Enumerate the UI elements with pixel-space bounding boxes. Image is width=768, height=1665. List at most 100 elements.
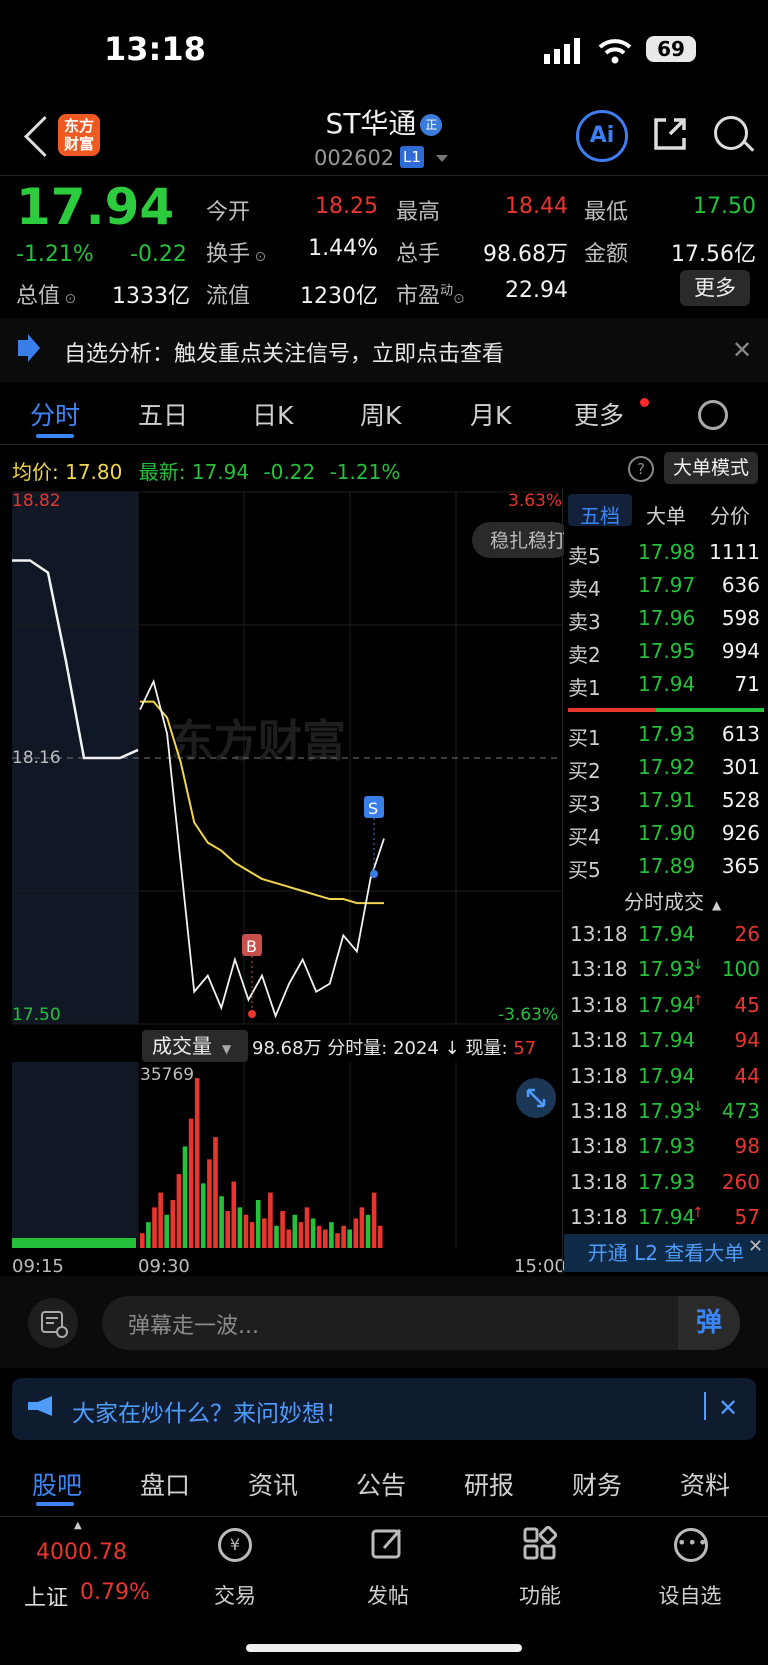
tab-five-day[interactable]: 五日 bbox=[138, 396, 188, 432]
tab-intraday[interactable]: 分时 bbox=[30, 396, 80, 432]
level-badge[interactable]: L1 bbox=[400, 146, 424, 168]
volume-bar bbox=[268, 1192, 273, 1248]
nav-trade[interactable]: 交易 bbox=[185, 1580, 285, 1610]
nav-functions[interactable]: 功能 bbox=[490, 1580, 590, 1610]
volume-bar bbox=[188, 1118, 194, 1248]
chevron-down-icon[interactable] bbox=[436, 155, 448, 162]
ask-price: 17.96 bbox=[638, 606, 696, 630]
tick-price: 17.94 bbox=[638, 1063, 696, 1088]
ask-row[interactable]: 卖4 17.97 636 bbox=[568, 573, 764, 606]
volume-value: 98.68万 bbox=[483, 242, 568, 267]
tick-volume: 473 bbox=[721, 1099, 760, 1123]
tab-profile[interactable]: 资料 bbox=[680, 1466, 730, 1502]
tab-big-orders[interactable]: 大单 bbox=[646, 500, 686, 529]
tick-time: 13:18 bbox=[570, 922, 628, 946]
more-button[interactable]: 更多 bbox=[680, 270, 750, 306]
tab-handicap[interactable]: 盘口 bbox=[140, 1466, 190, 1502]
ask-row[interactable]: 卖2 17.95 994 bbox=[568, 639, 764, 672]
bottom-pct-label: -3.63% bbox=[498, 1005, 558, 1025]
tab-day-k[interactable]: 日K bbox=[252, 396, 293, 432]
l2-banner[interactable]: 开通 L2 查看大单 bbox=[564, 1234, 768, 1272]
divider bbox=[0, 444, 768, 445]
ask-volume: 636 bbox=[721, 573, 760, 597]
danmaku-send-button[interactable]: 弹 bbox=[678, 1296, 740, 1350]
volume-bar bbox=[274, 1225, 279, 1248]
title-badge: 正 bbox=[420, 114, 443, 136]
tick-price: 17.93 bbox=[638, 1169, 696, 1194]
volume-bar bbox=[365, 1214, 371, 1248]
tab-forum[interactable]: 股吧 bbox=[32, 1466, 82, 1502]
apps-icon[interactable] bbox=[522, 1526, 558, 1562]
ask-row[interactable]: 卖1 17.94 71 bbox=[568, 672, 764, 705]
tab-more[interactable]: 更多 bbox=[574, 396, 624, 432]
volume-bar bbox=[329, 1222, 334, 1248]
ai-button[interactable]: Ai bbox=[576, 110, 628, 162]
volume-bar bbox=[243, 1214, 249, 1248]
close-icon[interactable]: ✕ bbox=[732, 336, 752, 364]
index-name[interactable]: 上证 bbox=[24, 1580, 68, 1612]
tick-time: 13:18 bbox=[570, 1028, 628, 1053]
minute-volume-label: 分时量: bbox=[327, 1038, 388, 1059]
bid-row[interactable]: 买1 17.93 613 bbox=[568, 722, 764, 755]
home-indicator[interactable] bbox=[246, 1644, 522, 1652]
amount-value: 17.56亿 bbox=[671, 242, 756, 267]
notice-text[interactable]: 自选分析：触发重点关注信号，立即点击查看 bbox=[64, 336, 504, 368]
turnover-label: 换手 ⊙ bbox=[206, 242, 267, 267]
ask-banner-text[interactable]: 大家在炒什么？来问妙想！ bbox=[72, 1394, 348, 1428]
indicator-label: 成交量 bbox=[152, 1034, 212, 1058]
bid-row[interactable]: 买4 17.90 926 bbox=[568, 821, 764, 854]
battery-indicator: 69 bbox=[646, 36, 696, 62]
tab-month-k[interactable]: 月K bbox=[470, 396, 511, 432]
l2-close-icon[interactable]: ✕ bbox=[748, 1236, 763, 1257]
indicator-dropdown[interactable]: 成交量 ▼ bbox=[142, 1030, 248, 1062]
index-value[interactable]: 4000.78 bbox=[36, 1540, 127, 1565]
big-order-mode-button[interactable]: 大单模式 bbox=[664, 452, 758, 484]
tab-news[interactable]: 资讯 bbox=[248, 1466, 298, 1502]
volume-bar bbox=[377, 1225, 383, 1248]
tab-week-k[interactable]: 周K bbox=[360, 396, 401, 432]
bid-row[interactable]: 买5 17.89 365 bbox=[568, 854, 764, 887]
nav-post[interactable]: 发帖 bbox=[338, 1580, 438, 1610]
search-icon[interactable] bbox=[714, 116, 748, 150]
tab-five-levels[interactable]: 五档 bbox=[580, 500, 620, 529]
tick-price: 17.94 bbox=[638, 922, 696, 946]
expand-icon[interactable] bbox=[516, 1078, 556, 1118]
low-value: 17.50 bbox=[693, 194, 756, 219]
volume-bar bbox=[304, 1207, 310, 1248]
post-icon[interactable] bbox=[370, 1526, 406, 1562]
tab-finance[interactable]: 财务 bbox=[572, 1466, 622, 1502]
index-pct[interactable]: 0.79% bbox=[80, 1580, 150, 1605]
ask-price: 17.97 bbox=[638, 573, 696, 597]
danmaku-settings-icon[interactable] bbox=[28, 1298, 78, 1348]
ask-label: 卖1 bbox=[568, 676, 601, 700]
nav-add-watchlist[interactable]: 设自选 bbox=[640, 1580, 740, 1610]
ask-close-icon[interactable]: ✕ bbox=[718, 1394, 738, 1422]
volume-auction-bg bbox=[12, 1062, 138, 1238]
tab-announcements[interactable]: 公告 bbox=[356, 1466, 406, 1502]
tick-volume: 26 bbox=[734, 922, 760, 946]
volume-bar bbox=[182, 1146, 188, 1248]
tick-price: 17.94 bbox=[638, 992, 696, 1017]
high-label: 最高 bbox=[396, 200, 441, 225]
bid-price: 17.89 bbox=[638, 854, 696, 878]
bid-label: 买5 bbox=[568, 858, 601, 882]
tick-price: 17.93 bbox=[638, 1134, 696, 1159]
bid-volume: 528 bbox=[721, 788, 760, 812]
tab-price-dist[interactable]: 分价 bbox=[710, 500, 750, 529]
danmaku-placeholder: 弹幕走一波... bbox=[128, 1314, 259, 1339]
more-dots-icon[interactable]: ••• bbox=[674, 1528, 708, 1562]
ask-row[interactable]: 卖5 17.98 1111 bbox=[568, 540, 764, 573]
share-icon[interactable] bbox=[650, 114, 690, 154]
intraday-chart[interactable]: 东方财富 18.82 18.16 17.50 3.63% -3.63% 稳扎稳打… bbox=[0, 488, 564, 1288]
ticks-title[interactable]: 分时成交 ▲ bbox=[624, 886, 721, 915]
tab-research[interactable]: 研报 bbox=[464, 1466, 514, 1502]
ask-row[interactable]: 卖3 17.96 598 bbox=[568, 606, 764, 639]
gear-icon[interactable] bbox=[698, 400, 728, 430]
tick-row: 13:18 17.94 ↑ 45 bbox=[568, 993, 764, 1026]
bid-volume: 301 bbox=[721, 755, 760, 779]
help-icon[interactable]: ? bbox=[628, 456, 654, 482]
stock-title[interactable]: ST华通正 bbox=[300, 102, 468, 142]
trade-icon[interactable]: ¥ bbox=[218, 1528, 252, 1562]
bid-row[interactable]: 买3 17.91 528 bbox=[568, 788, 764, 821]
bid-row[interactable]: 买2 17.92 301 bbox=[568, 755, 764, 788]
